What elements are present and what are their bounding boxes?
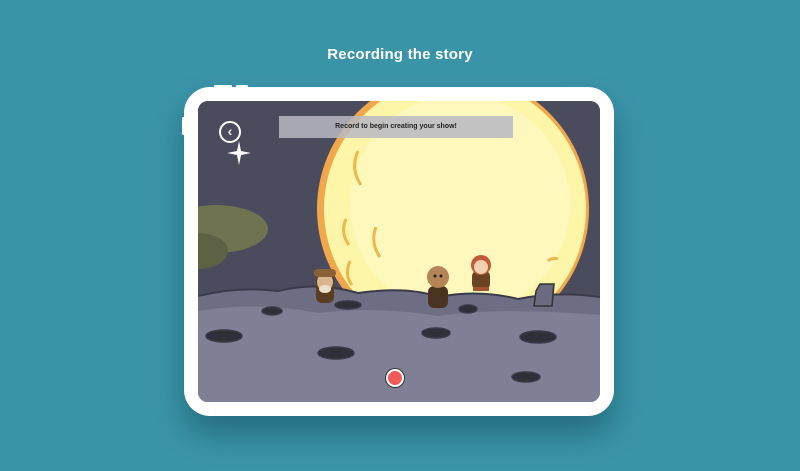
app-screen: Record to begin creating your show! ‹	[198, 101, 600, 402]
character-right	[471, 255, 491, 291]
tablet-hardware-button	[182, 117, 185, 135]
record-button[interactable]	[386, 369, 404, 387]
tablet-frame: Record to begin creating your show! ‹	[182, 85, 614, 416]
page-title: Recording the story	[327, 46, 473, 63]
moon-scene-illustration	[198, 101, 600, 402]
character-left	[314, 269, 336, 303]
tablet-hardware-button	[236, 85, 248, 88]
record-prompt-banner: Record to begin creating your show!	[279, 116, 513, 138]
chevron-left-icon: ‹	[227, 123, 233, 139]
back-button[interactable]: ‹	[219, 121, 241, 143]
tablet-hardware-button	[214, 85, 232, 88]
